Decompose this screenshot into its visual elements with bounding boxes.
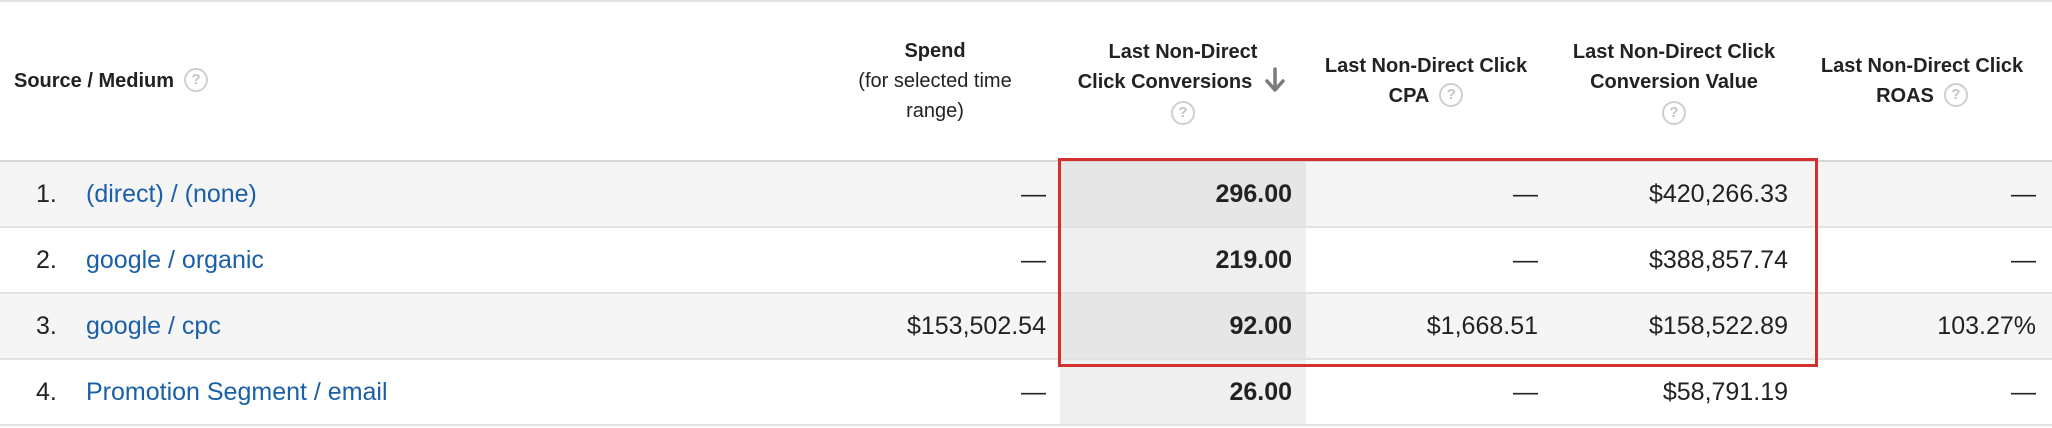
help-icon[interactable]: ? xyxy=(184,67,209,92)
row-index: 3. xyxy=(36,312,57,340)
spend-value: — xyxy=(1021,180,1046,208)
help-icon[interactable]: ? xyxy=(1943,82,1968,107)
row-index: 2. xyxy=(36,246,57,274)
conversion-value-value: $158,522.89 xyxy=(1648,312,1788,340)
conversions-value: 296.00 xyxy=(1215,180,1292,208)
header-source-medium-label: Source / Medium xyxy=(14,70,175,92)
table-row: 1. (direct) / (none) — 296.00 — $420,266… xyxy=(0,162,2052,228)
help-icon[interactable]: ? xyxy=(1662,101,1686,125)
header-conversion-value[interactable]: Last Non-Direct Click Conversion Value ? xyxy=(1546,2,1802,160)
roas-value: — xyxy=(2011,180,2036,208)
conversion-value-value: $420,266.33 xyxy=(1648,180,1788,208)
cpa-value: — xyxy=(1513,246,1538,274)
roas-value: 103.27% xyxy=(1937,312,2036,340)
header-conversions-label-1: Last Non-Direct xyxy=(1108,40,1258,63)
cpa-value: $1,668.51 xyxy=(1426,312,1538,340)
header-value-label-1: Last Non-Direct Click xyxy=(1572,41,1776,63)
table-row: 2. google / organic — 219.00 — $388,857.… xyxy=(0,228,2052,294)
table-header: Source / Medium? Spend (for selected tim… xyxy=(0,2,2052,162)
conversions-value: 92.00 xyxy=(1229,312,1292,340)
header-roas[interactable]: Last Non-Direct Click ROAS? xyxy=(1802,2,2042,160)
header-conversions[interactable]: Last Non-Direct Click Conversions ? xyxy=(1060,2,1306,160)
spend-value: — xyxy=(1021,246,1046,274)
spend-value: — xyxy=(1021,378,1046,406)
conversion-value-value: $58,791.19 xyxy=(1662,378,1788,406)
header-spend-sub-2: range) xyxy=(906,100,964,122)
row-index: 1. xyxy=(36,180,57,208)
header-roas-label-2: ROAS xyxy=(1876,85,1934,107)
header-roas-label-1: Last Non-Direct Click xyxy=(1820,55,2024,77)
row-index: 4. xyxy=(36,378,57,406)
roas-value: — xyxy=(2011,378,2036,406)
conversions-value: 219.00 xyxy=(1215,246,1292,274)
header-spend-sub-1: (for selected time xyxy=(858,70,1012,92)
help-icon[interactable]: ? xyxy=(1439,82,1464,107)
header-cpa[interactable]: Last Non-Direct Click CPA? xyxy=(1306,2,1546,160)
header-cpa-label-1: Last Non-Direct Click xyxy=(1324,55,1528,77)
header-source-medium[interactable]: Source / Medium? xyxy=(14,2,714,160)
source-medium-link[interactable]: google / cpc xyxy=(86,294,221,358)
roas-value: — xyxy=(2011,246,2036,274)
header-spend-label: Spend xyxy=(904,40,966,62)
arrow-down-icon[interactable] xyxy=(1262,65,1288,95)
table-row: 3. google / cpc $153,502.54 92.00 $1,668… xyxy=(0,294,2052,360)
cpa-value: — xyxy=(1513,378,1538,406)
spend-value: $153,502.54 xyxy=(906,312,1046,340)
header-cpa-label-2: CPA xyxy=(1388,85,1430,107)
cpa-value: — xyxy=(1513,180,1538,208)
report-table: Source / Medium? Spend (for selected tim… xyxy=(0,0,2052,428)
source-medium-link[interactable]: (direct) / (none) xyxy=(86,162,257,226)
source-medium-link[interactable]: Promotion Segment / email xyxy=(86,360,388,424)
header-conversions-label-2: Click Conversions xyxy=(1077,70,1253,93)
help-icon[interactable]: ? xyxy=(1171,101,1195,126)
conversion-value-value: $388,857.74 xyxy=(1648,246,1788,274)
header-spend[interactable]: Spend (for selected time range) xyxy=(830,2,1040,160)
source-medium-link[interactable]: google / organic xyxy=(86,228,264,292)
table-row: 4. Promotion Segment / email — 26.00 — $… xyxy=(0,360,2052,426)
header-value-label-2: Conversion Value xyxy=(1590,71,1758,93)
conversions-value: 26.00 xyxy=(1229,378,1292,406)
